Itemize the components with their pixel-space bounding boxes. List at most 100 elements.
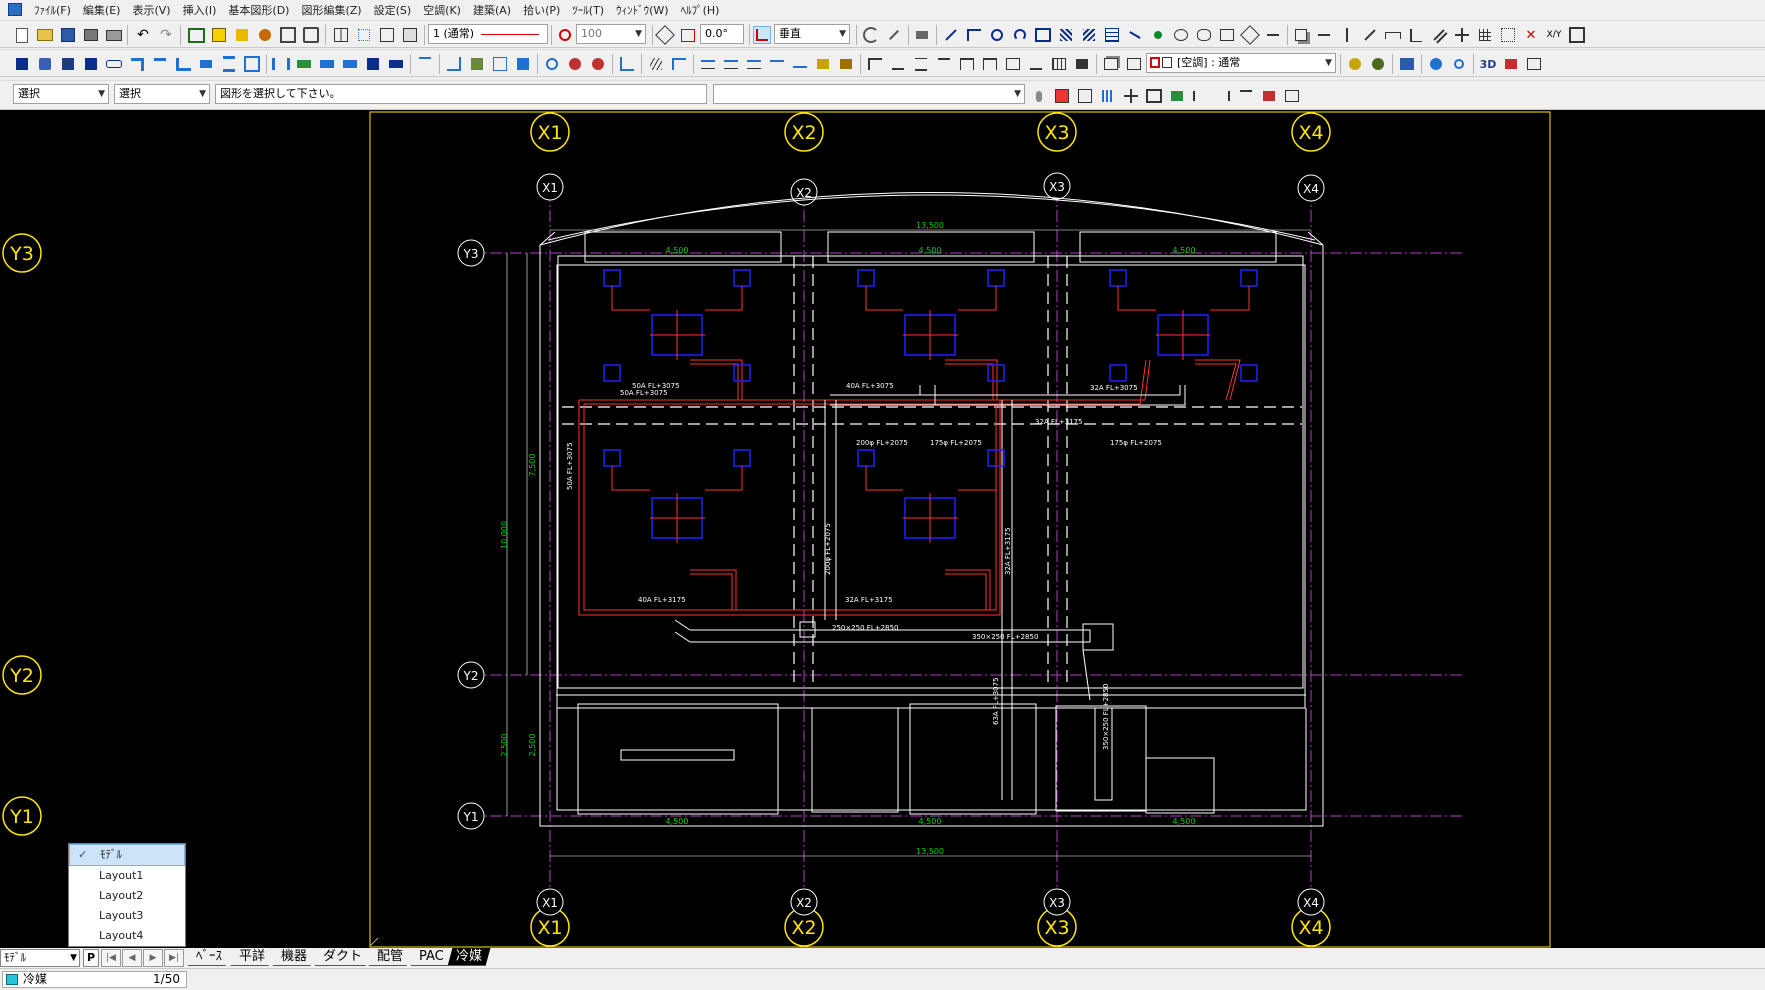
pipe-edit-icon[interactable] <box>491 55 509 73</box>
riser-icon[interactable] <box>566 55 584 73</box>
hammer-icon[interactable] <box>913 26 931 44</box>
duct-cross-icon[interactable] <box>220 55 238 73</box>
info-icon[interactable] <box>1427 55 1445 73</box>
layer-props-icon[interactable] <box>1125 55 1143 73</box>
dotted-grid-icon[interactable] <box>1499 26 1517 44</box>
dim-vertical-icon[interactable] <box>1407 26 1425 44</box>
drop-icon[interactable] <box>589 55 607 73</box>
duct-reducer-icon[interactable] <box>197 55 215 73</box>
current-layer-indicator[interactable]: 冷媒 1/50 <box>2 971 187 988</box>
pipe-route-icon[interactable] <box>445 55 463 73</box>
pen-combo[interactable]: 1 (通常) <box>428 24 548 44</box>
menu-file[interactable]: ﾌｧｲﾙ(F) <box>28 2 77 18</box>
pan-icon[interactable] <box>256 26 274 44</box>
layout-item-model[interactable]: ✓ ﾓﾃﾞﾙ <box>69 844 185 866</box>
prev-tab-icon[interactable]: ◀ <box>122 949 142 967</box>
flow-label-icon[interactable] <box>768 55 786 73</box>
redo-icon[interactable]: ↷ <box>157 26 175 44</box>
symbol-icon[interactable] <box>1172 26 1190 44</box>
equipment-icon[interactable] <box>13 55 31 73</box>
layer-map-icon[interactable] <box>1398 55 1416 73</box>
ortho-icon[interactable] <box>753 26 771 44</box>
snap-icon[interactable] <box>355 26 373 44</box>
rotate-icon[interactable] <box>679 26 697 44</box>
level-label-icon[interactable] <box>791 55 809 73</box>
layer-on-icon[interactable] <box>1369 55 1387 73</box>
menu-help[interactable]: ﾍﾙﾌﾟ(H) <box>675 2 726 18</box>
menu-draw[interactable]: 基本図形(D) <box>222 2 295 18</box>
dimension-icon[interactable] <box>1384 26 1402 44</box>
trim-icon[interactable] <box>885 26 903 44</box>
sheet-tab-equipment[interactable]: 機器 <box>272 948 316 966</box>
print-icon[interactable] <box>105 26 123 44</box>
layer-toggle-icon[interactable] <box>1346 55 1364 73</box>
scale-combo[interactable]: 100 ▼ <box>576 24 646 44</box>
layout-item-2[interactable]: Layout2 <box>69 886 185 906</box>
parallel-icon[interactable] <box>1430 26 1448 44</box>
next-tab-icon[interactable]: ▶ <box>143 949 163 967</box>
drawing-canvas[interactable]: X1 X2 X3 X4 X1 X2 X3 X4 Y3 Y2 Y1 X1 X2 X… <box>0 110 1765 948</box>
undo-icon[interactable]: ↶ <box>134 26 152 44</box>
rectangle-icon[interactable] <box>1034 26 1052 44</box>
elevation-icon[interactable] <box>889 55 907 73</box>
delete-icon[interactable]: ✕ <box>1522 26 1540 44</box>
new-file-icon[interactable] <box>13 26 31 44</box>
duct-cap-icon[interactable] <box>243 55 261 73</box>
target-icon[interactable] <box>543 55 561 73</box>
layout-mode-combo[interactable]: ﾓﾃﾞﾙ ▼ <box>0 949 80 967</box>
layer-combo[interactable]: [空調] : 通常 ▼ <box>1146 53 1336 73</box>
sheet-tab-detail[interactable]: 平詳 <box>230 948 274 966</box>
pipe-connect-icon[interactable] <box>514 55 532 73</box>
paper-space-button[interactable]: P <box>83 949 99 967</box>
copy-layer-icon[interactable] <box>1053 87 1071 105</box>
hatch2-icon[interactable] <box>1080 26 1098 44</box>
save-icon[interactable] <box>59 26 77 44</box>
tag-icon[interactable] <box>814 55 832 73</box>
offset-icon[interactable] <box>1283 87 1301 105</box>
layout-item-4[interactable]: Layout4 <box>69 926 185 946</box>
move-layer-icon[interactable] <box>1076 87 1094 105</box>
menu-hvac[interactable]: 空調(K) <box>417 2 467 18</box>
support-icon[interactable] <box>958 55 976 73</box>
leader-icon[interactable] <box>1126 26 1144 44</box>
duct-tee-icon[interactable] <box>151 55 169 73</box>
break-icon[interactable] <box>1264 26 1282 44</box>
drawing-svg[interactable]: X1 X2 X3 X4 X1 X2 X3 X4 Y3 Y2 Y1 X1 X2 X… <box>0 110 1765 948</box>
outlet-icon[interactable] <box>36 55 54 73</box>
chain-icon[interactable] <box>105 55 123 73</box>
reducer-icon[interactable] <box>341 55 359 73</box>
tag2-icon[interactable] <box>837 55 855 73</box>
menu-architecture[interactable]: 建築(A) <box>467 2 517 18</box>
menu-tools[interactable]: ﾂｰﾙ(T) <box>566 2 610 18</box>
xy-coord-icon[interactable]: X/Y <box>1545 26 1563 44</box>
size-label-icon[interactable] <box>699 55 717 73</box>
search-icon[interactable] <box>1450 55 1468 73</box>
export-icon[interactable] <box>1525 55 1543 73</box>
open-folder-icon[interactable] <box>36 26 54 44</box>
first-tab-icon[interactable]: |◀ <box>101 949 121 967</box>
polyline-icon[interactable] <box>965 26 983 44</box>
zoom-previous-icon[interactable] <box>233 26 251 44</box>
last-tab-icon[interactable]: ▶| <box>164 949 184 967</box>
zoom-window-icon[interactable] <box>187 26 205 44</box>
vertical-line-icon[interactable] <box>1338 26 1356 44</box>
fan-icon[interactable] <box>59 55 77 73</box>
menu-window[interactable]: ｳｨﾝﾄﾞｳ(W) <box>610 2 674 18</box>
distribute-icon[interactable] <box>1214 87 1232 105</box>
insulation-icon[interactable] <box>618 55 636 73</box>
damper-icon[interactable] <box>295 55 313 73</box>
pipe-label-icon[interactable] <box>670 55 688 73</box>
layout-item-3[interactable]: Layout3 <box>69 906 185 926</box>
select-mode-combo[interactable]: 選択 ▼ <box>13 84 109 104</box>
crosshair-icon[interactable] <box>1122 87 1140 105</box>
valve-icon[interactable] <box>318 55 336 73</box>
fitting-icon[interactable] <box>364 55 382 73</box>
direction-combo[interactable]: 垂直 ▼ <box>774 24 850 44</box>
hatch-icon[interactable] <box>1057 26 1075 44</box>
support3-icon[interactable] <box>1004 55 1022 73</box>
regen-icon[interactable] <box>279 26 297 44</box>
menu-takeoff[interactable]: 拾い(P) <box>517 2 566 18</box>
flex-icon[interactable] <box>387 55 405 73</box>
diagonal-icon[interactable] <box>1361 26 1379 44</box>
sheet-tab-duct[interactable]: ダクト <box>314 948 371 966</box>
